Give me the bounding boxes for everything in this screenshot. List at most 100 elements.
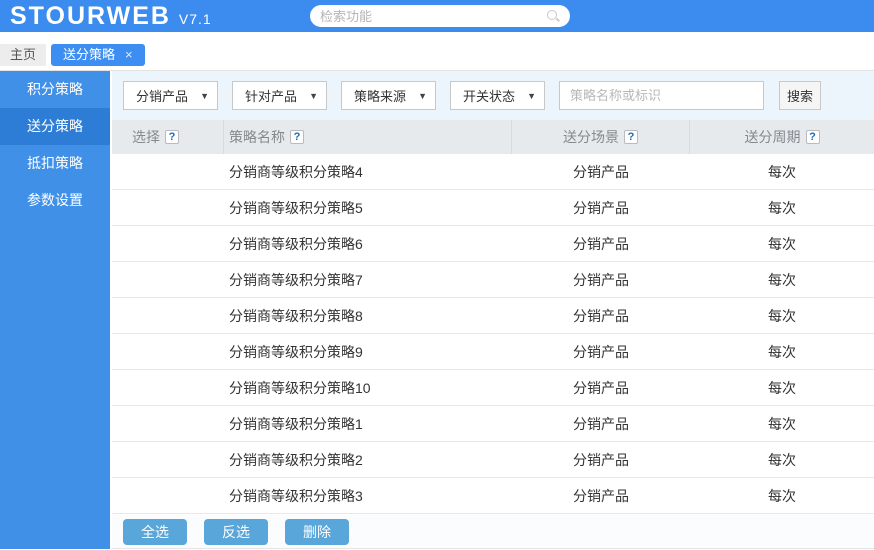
filter-dropdown-product-value: 分销产品 [136,86,188,105]
filter-dropdown-target[interactable]: 针对产品 ▼ [232,81,327,110]
scene-cell: 分销产品 [512,370,690,405]
logo-version: V7.1 [179,11,212,27]
strategy-name-cell: 分销商等级积分策略1 [224,406,512,441]
scene-cell: 分销产品 [512,298,690,333]
bulk-action-bar: 全选 反选 删除 [112,515,874,549]
strategy-name-cell: 分销商等级积分策略8 [224,298,512,333]
strategy-name-cell: 分销商等级积分策略2 [224,442,512,477]
scene-cell: 分销产品 [512,406,690,441]
sidebar: 积分策略 送分策略 抵扣策略 参数设置 [0,71,110,549]
global-search[interactable] [310,5,570,27]
search-button[interactable]: 搜索 [779,81,821,110]
tab-home[interactable]: 主页 [0,44,46,66]
filter-dropdown-target-value: 针对产品 [245,86,297,105]
select-cell[interactable] [112,478,224,513]
column-header-select-label: 选择 [132,127,160,147]
column-header-period: 送分周期 ? [690,120,874,154]
period-cell: 每次 [690,442,874,477]
sidebar-item-deduction-strategy[interactable]: 抵扣策略 [0,145,110,182]
period-cell: 每次 [690,190,874,225]
help-icon[interactable]: ? [290,130,304,144]
app-logo: STOURWEB V7.1 [0,2,212,31]
table-row[interactable]: 分销商等级积分策略1 分销产品 每次 [112,406,874,442]
select-cell[interactable] [112,370,224,405]
scene-cell: 分销产品 [512,442,690,477]
select-cell[interactable] [112,406,224,441]
scene-cell: 分销产品 [512,262,690,297]
period-cell: 每次 [690,298,874,333]
help-icon[interactable]: ? [165,130,179,144]
select-all-button[interactable]: 全选 [123,519,187,545]
tab-bar: 主页 送分策略 × [0,32,874,71]
sidebar-item-points-strategy[interactable]: 积分策略 [0,71,110,108]
filter-bar: 分销产品 ▼ 针对产品 ▼ 策略来源 ▼ 开关状态 ▼ 搜索 [112,71,874,120]
chevron-down-icon: ▼ [200,91,209,101]
delete-button[interactable]: 删除 [285,519,349,545]
period-cell: 每次 [690,406,874,441]
main-area: 积分策略 送分策略 抵扣策略 参数设置 分销产品 ▼ 针对产品 ▼ 策略来源 ▼… [0,71,874,549]
filter-dropdown-source-value: 策略来源 [354,86,406,105]
table-row[interactable]: 分销商等级积分策略7 分销产品 每次 [112,262,874,298]
select-cell[interactable] [112,298,224,333]
strategy-name-cell: 分销商等级积分策略6 [224,226,512,261]
top-bar: STOURWEB V7.1 [0,0,874,32]
strategy-name-cell: 分销商等级积分策略9 [224,334,512,369]
select-cell[interactable] [112,154,224,189]
table-header: 选择 ? 策略名称 ? 送分场景 ? 送分周期 ? [112,120,874,154]
table-row[interactable]: 分销商等级积分策略9 分销产品 每次 [112,334,874,370]
close-icon[interactable]: × [125,47,133,62]
scene-cell: 分销产品 [512,190,690,225]
select-cell[interactable] [112,442,224,477]
help-icon[interactable]: ? [806,130,820,144]
table-row[interactable]: 分销商等级积分策略4 分销产品 每次 [112,154,874,190]
period-cell: 每次 [690,370,874,405]
search-icon[interactable] [546,9,560,23]
period-cell: 每次 [690,478,874,513]
strategy-name-cell: 分销商等级积分策略7 [224,262,512,297]
chevron-down-icon: ▼ [418,91,427,101]
chevron-down-icon: ▼ [527,91,536,101]
column-header-strategy-name: 策略名称 ? [224,120,512,154]
tab-send-points[interactable]: 送分策略 × [51,44,145,66]
column-header-select: 选择 ? [112,120,224,154]
select-cell[interactable] [112,334,224,369]
tab-home-label: 主页 [10,47,36,62]
content-area: 分销产品 ▼ 针对产品 ▼ 策略来源 ▼ 开关状态 ▼ 搜索 选择 ? [110,71,874,549]
table-row[interactable]: 分销商等级积分策略5 分销产品 每次 [112,190,874,226]
scene-cell: 分销产品 [512,334,690,369]
table-body: 分销商等级积分策略4 分销产品 每次 分销商等级积分策略5 分销产品 每次 分销… [112,154,874,515]
tab-send-points-label: 送分策略 [63,47,115,62]
table-row[interactable]: 分销商等级积分策略10 分销产品 每次 [112,370,874,406]
strategy-name-input[interactable] [559,81,764,110]
chevron-down-icon: ▼ [309,91,318,101]
global-search-input[interactable] [320,9,546,24]
filter-dropdown-switch-status-value: 开关状态 [463,86,515,105]
strategy-name-cell: 分销商等级积分策略3 [224,478,512,513]
period-cell: 每次 [690,226,874,261]
period-cell: 每次 [690,334,874,369]
period-cell: 每次 [690,154,874,189]
sidebar-item-parameter-settings[interactable]: 参数设置 [0,182,110,219]
select-cell[interactable] [112,190,224,225]
invert-selection-button[interactable]: 反选 [204,519,268,545]
help-icon[interactable]: ? [624,130,638,144]
logo-text: STOURWEB [10,2,171,31]
table-row[interactable]: 分销商等级积分策略8 分销产品 每次 [112,298,874,334]
sidebar-item-send-points-strategy[interactable]: 送分策略 [0,108,110,145]
select-cell[interactable] [112,262,224,297]
filter-dropdown-product[interactable]: 分销产品 ▼ [123,81,218,110]
column-header-period-label: 送分周期 [745,127,801,147]
filter-dropdown-switch-status[interactable]: 开关状态 ▼ [450,81,545,110]
column-header-strategy-name-label: 策略名称 [229,127,285,147]
filter-dropdown-source[interactable]: 策略来源 ▼ [341,81,436,110]
scene-cell: 分销产品 [512,226,690,261]
column-header-scene: 送分场景 ? [512,120,690,154]
select-cell[interactable] [112,226,224,261]
table-row[interactable]: 分销商等级积分策略6 分销产品 每次 [112,226,874,262]
scene-cell: 分销产品 [512,154,690,189]
scene-cell: 分销产品 [512,478,690,513]
table-row[interactable]: 分销商等级积分策略3 分销产品 每次 [112,478,874,514]
strategy-name-cell: 分销商等级积分策略10 [224,370,512,405]
strategy-name-cell: 分销商等级积分策略4 [224,154,512,189]
table-row[interactable]: 分销商等级积分策略2 分销产品 每次 [112,442,874,478]
